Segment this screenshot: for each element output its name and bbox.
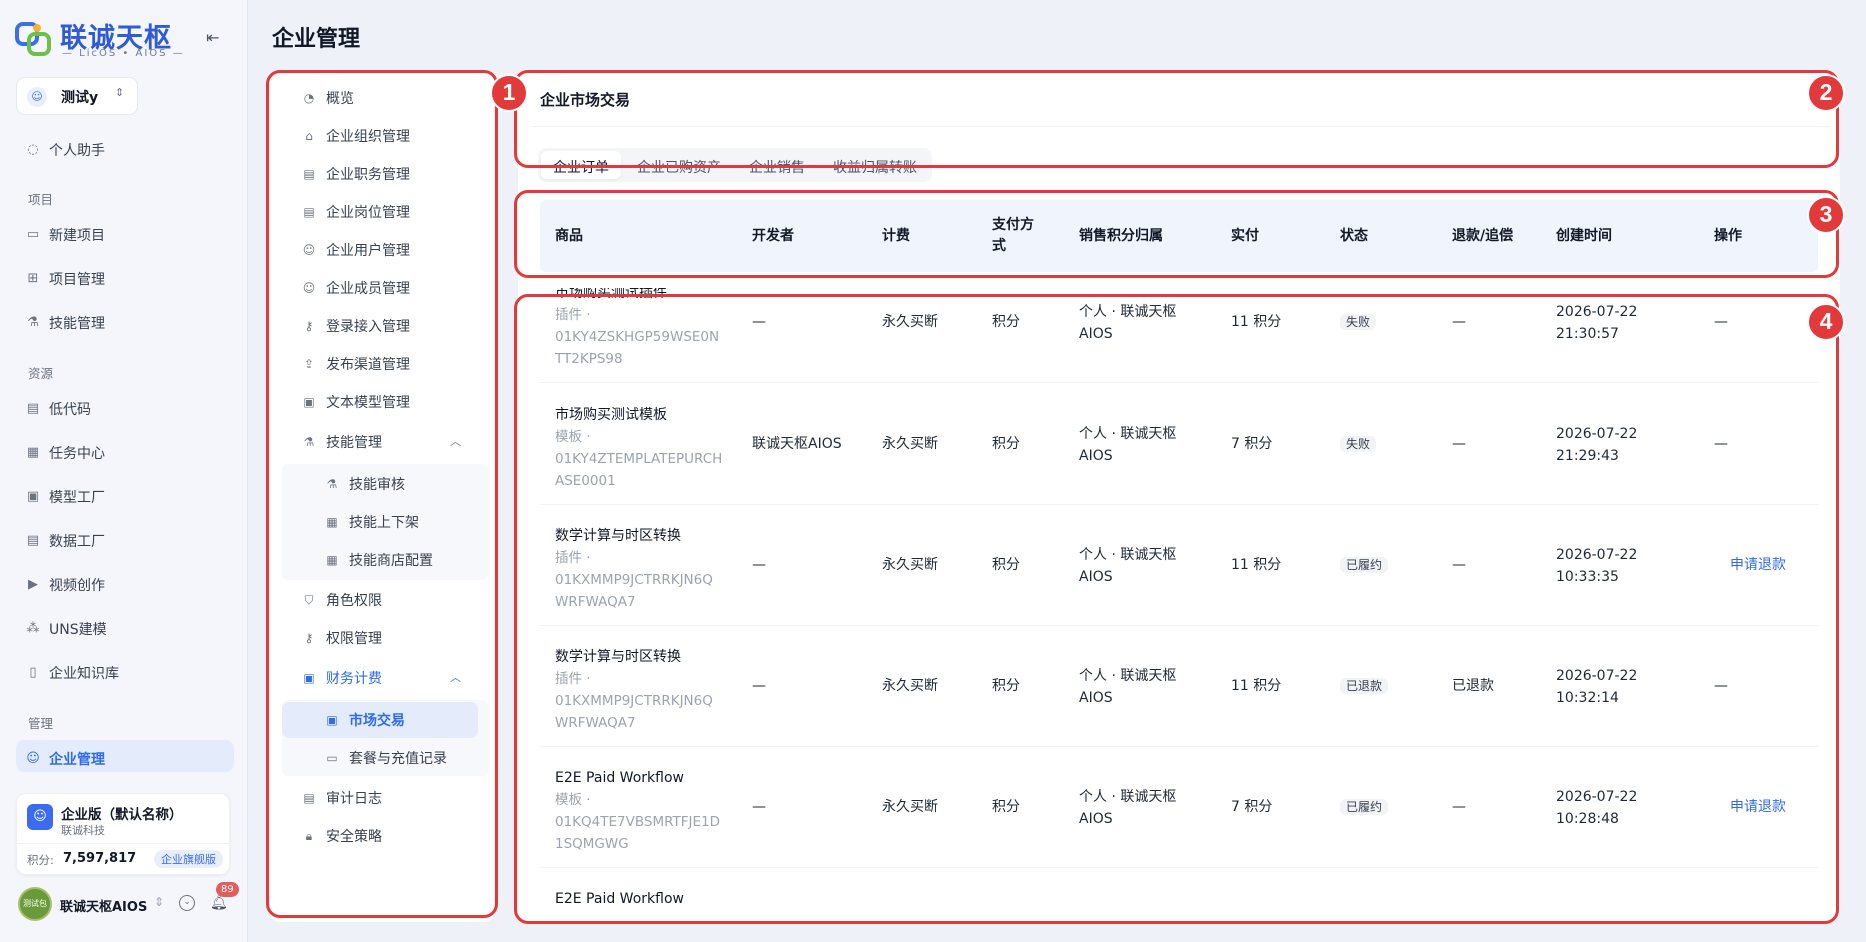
nav-group-resource: 资源	[28, 366, 54, 381]
chat-icon: ◌	[27, 142, 39, 157]
database-icon: ▤	[26, 533, 40, 548]
annotation-marker-3: 3	[1807, 196, 1845, 234]
annotation-marker-2: 2	[1807, 74, 1845, 112]
document-icon: ▤	[26, 401, 40, 416]
annotation-marker-1: 1	[490, 74, 528, 112]
nav-label: 任务中心	[49, 446, 105, 462]
user-row: 测试包 联诚天枢AIOS ⇕ ⌄ 🔔︎ 89	[16, 882, 240, 925]
annotation-box-1	[266, 70, 498, 918]
plan-badge: 企业旗舰版	[154, 850, 223, 868]
nav-assistant[interactable]: ◌ 个人助手	[26, 138, 226, 162]
nav-label: 个人助手	[49, 143, 105, 159]
nav-label: 技能管理	[49, 316, 105, 332]
nav-model-factory[interactable]: ▣ 模型工厂	[26, 485, 226, 509]
org-name: 企业版（默认名称）	[61, 807, 183, 823]
workspace-avatar-icon: ☺	[27, 87, 47, 107]
chevron-down-circle-icon[interactable]: ⌄	[179, 895, 195, 911]
nav-skill-manage[interactable]: ⚗ 技能管理	[26, 311, 226, 335]
nav-label: 企业知识库	[49, 666, 119, 682]
page-title: 企业管理	[272, 27, 361, 52]
monitor-icon: ▭	[26, 227, 40, 242]
users-icon: ☺	[26, 751, 40, 766]
chevron-updown-icon[interactable]: ⇕	[154, 895, 164, 909]
book-icon: ▯	[29, 665, 37, 680]
annotation-box-3	[514, 190, 1839, 278]
nav-enterprise-manage[interactable]: ☺ 企业管理	[26, 747, 226, 771]
org-icon: ☺	[27, 804, 53, 830]
nav-label: 数据工厂	[49, 534, 105, 550]
org-card[interactable]: ☺ 企业版（默认名称） 联诚科技 积分: 7,597,817 企业旗舰版	[16, 793, 230, 875]
org-company: 联诚科技	[61, 824, 105, 837]
points-label: 积分:	[27, 853, 54, 867]
nav-label: 视频创作	[49, 578, 105, 594]
notification-badge: 89	[216, 882, 239, 897]
nav-project-manage[interactable]: ⊞ 项目管理	[26, 267, 226, 291]
app-sidebar: 联诚天枢 — LicOS • AIOS — ⇤ ☺ 测试y ⇕ ◌ 个人助手 项目…	[0, 0, 248, 942]
grid-icon: ⊞	[27, 271, 39, 286]
nav-data-factory[interactable]: ▤ 数据工厂	[26, 529, 226, 553]
nav-label: 项目管理	[49, 272, 105, 288]
divider	[17, 843, 229, 844]
nav-low-code[interactable]: ▤ 低代码	[26, 397, 226, 421]
nav-label: 低代码	[49, 402, 91, 418]
logo-subtitle: — LicOS • AIOS —	[62, 48, 185, 59]
nav-task-center[interactable]: ▦ 任务中心	[26, 441, 226, 465]
nav-uns-modeling[interactable]: ⁂ UNS建模	[26, 617, 226, 641]
video-icon: ▶	[28, 577, 38, 592]
user-name[interactable]: 联诚天枢AIOS	[60, 896, 147, 915]
points-value: 7,597,817	[63, 851, 137, 866]
workspace-switcher[interactable]: ☺ 测试y ⇕	[16, 77, 138, 115]
nav-label: UNS建模	[49, 622, 107, 638]
network-icon: ⁂	[26, 621, 40, 636]
nav-knowledge-base[interactable]: ▯ 企业知识库	[26, 661, 226, 685]
workspace-label: 测试y	[61, 90, 99, 106]
bell-icon[interactable]: 🔔︎	[210, 895, 228, 911]
calendar-icon: ▦	[26, 445, 40, 460]
robot-icon: ▣	[26, 489, 40, 504]
app-logo[interactable]: 联诚天枢 — LicOS • AIOS —	[14, 14, 214, 64]
user-avatar[interactable]: 测试包	[18, 887, 52, 921]
collapse-sidebar-icon[interactable]: ⇤	[206, 30, 224, 46]
logo-mark-icon	[15, 22, 51, 56]
nav-group-project: 项目	[28, 192, 54, 207]
nav-new-project[interactable]: ▭ 新建项目	[26, 223, 226, 247]
nav-video-creation[interactable]: ▶ 视频创作	[26, 573, 226, 597]
flask-icon: ⚗	[27, 315, 39, 330]
nav-group-admin: 管理	[28, 716, 54, 731]
nav-label: 新建项目	[49, 228, 105, 244]
nav-label: 模型工厂	[49, 490, 105, 506]
nav-label: 企业管理	[49, 752, 105, 768]
annotation-box-2	[514, 70, 1839, 168]
annotation-marker-4: 4	[1807, 303, 1845, 341]
annotation-box-4	[514, 294, 1839, 924]
chevron-updown-icon: ⇕	[115, 86, 125, 99]
